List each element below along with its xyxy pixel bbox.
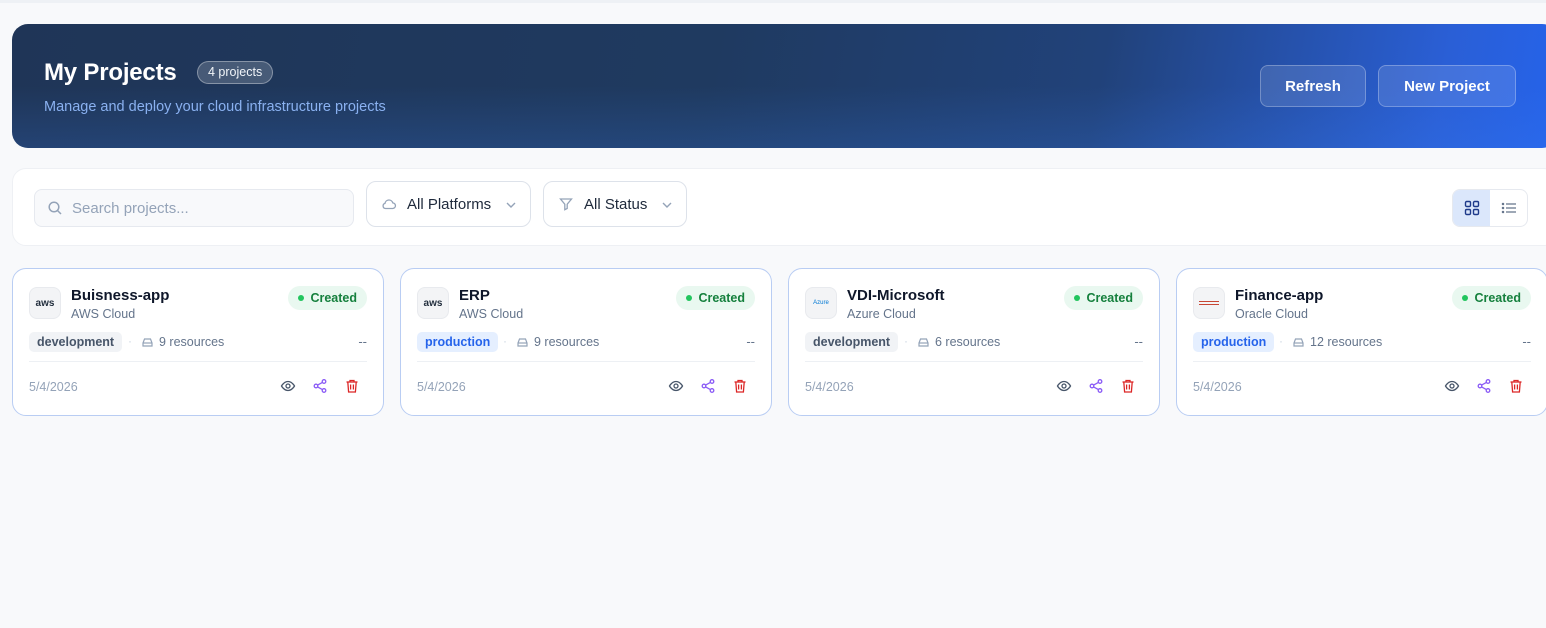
new-project-button[interactable]: New Project: [1378, 65, 1516, 107]
environment-tag: development: [29, 332, 123, 352]
separator-dot: ·: [904, 334, 908, 348]
page-title: My Projects: [44, 59, 177, 86]
cloud-icon: [382, 199, 397, 210]
share-button[interactable]: [1087, 377, 1105, 395]
trash-icon: [346, 379, 358, 393]
view-button[interactable]: [667, 377, 685, 395]
project-extra: --: [746, 334, 755, 349]
separator-dot: ·: [1279, 334, 1283, 348]
platform-filter-value: All Platforms: [407, 195, 492, 213]
aws-logo: aws: [417, 287, 449, 319]
list-icon: [1501, 202, 1516, 214]
project-card[interactable]: Finance-app Oracle Cloud Created product…: [1176, 268, 1546, 416]
share-button[interactable]: [1475, 377, 1493, 395]
resources-count: 9 resources: [141, 335, 224, 349]
share-button[interactable]: [699, 377, 717, 395]
eye-icon: [668, 380, 684, 392]
filter-icon: [559, 198, 573, 211]
share-icon: [701, 379, 715, 393]
environment-tag: production: [417, 332, 499, 352]
share-button[interactable]: [311, 377, 329, 395]
view-button[interactable]: [1055, 377, 1073, 395]
project-date: 5/4/2026: [29, 380, 78, 394]
view-button[interactable]: [279, 377, 297, 395]
search-box[interactable]: [34, 189, 354, 227]
server-icon: [1293, 337, 1304, 347]
project-cloud: Azure Cloud: [847, 307, 916, 321]
refresh-button[interactable]: Refresh: [1260, 65, 1366, 107]
project-count-badge: 4 projects: [197, 61, 274, 84]
project-cloud: AWS Cloud: [459, 307, 524, 321]
project-name[interactable]: VDI-Microsoft: [847, 287, 945, 304]
card-divider: [29, 361, 367, 362]
delete-button[interactable]: [1507, 377, 1525, 395]
header-banner: My Projects 4 projects Manage and deploy…: [12, 24, 1546, 148]
trash-icon: [1510, 379, 1522, 393]
environment-tag: production: [1193, 332, 1275, 352]
project-name[interactable]: Buisness-app: [71, 287, 169, 304]
project-cloud: Oracle Cloud: [1235, 307, 1308, 321]
resources-count: 12 resources: [1292, 335, 1382, 349]
trash-icon: [734, 379, 746, 393]
chevron-down-icon: [662, 202, 672, 208]
share-icon: [1477, 379, 1491, 393]
filter-toolbar: All Platforms All Status: [12, 168, 1546, 246]
server-icon: [517, 337, 528, 347]
eye-icon: [1444, 380, 1460, 392]
project-date: 5/4/2026: [1193, 380, 1242, 394]
page-subtitle: Manage and deploy your cloud infrastruct…: [44, 99, 386, 115]
view-button[interactable]: [1443, 377, 1461, 395]
server-icon: [918, 337, 929, 347]
chevron-down-icon: [506, 202, 516, 208]
grid-view-button[interactable]: [1453, 190, 1490, 226]
project-card[interactable]: aws ERP AWS Cloud Created production · 9…: [400, 268, 772, 416]
project-date: 5/4/2026: [417, 380, 466, 394]
search-input[interactable]: [72, 199, 332, 217]
share-icon: [1089, 379, 1103, 393]
trash-icon: [1122, 379, 1134, 393]
search-icon: [48, 201, 62, 215]
card-divider: [417, 361, 755, 362]
platform-filter-select[interactable]: All Platforms: [366, 181, 531, 227]
project-cloud: AWS Cloud: [71, 307, 136, 321]
view-mode-toggle: [1452, 189, 1528, 227]
resources-count: 6 resources: [917, 335, 1000, 349]
status-badge: Created: [1452, 286, 1531, 310]
azure-logo: Azure: [805, 287, 837, 319]
delete-button[interactable]: [731, 377, 749, 395]
project-extra: --: [358, 334, 367, 349]
top-divider: [0, 0, 1546, 3]
status-badge: Created: [1064, 286, 1143, 310]
status-filter-select[interactable]: All Status: [543, 181, 687, 227]
share-icon: [313, 379, 327, 393]
grid-icon: [1464, 200, 1479, 216]
project-extra: --: [1522, 334, 1531, 349]
environment-tag: development: [805, 332, 899, 352]
delete-button[interactable]: [1119, 377, 1137, 395]
server-icon: [142, 337, 153, 347]
eye-icon: [280, 380, 296, 392]
project-date: 5/4/2026: [805, 380, 854, 394]
separator-dot: ·: [503, 334, 507, 348]
eye-icon: [1056, 380, 1072, 392]
card-divider: [1193, 361, 1531, 362]
project-extra: --: [1134, 334, 1143, 349]
resources-count: 9 resources: [516, 335, 599, 349]
oracle-logo: [1193, 287, 1225, 319]
card-divider: [805, 361, 1143, 362]
project-card[interactable]: aws Buisness-app AWS Cloud Created devel…: [12, 268, 384, 416]
aws-logo: aws: [29, 287, 61, 319]
separator-dot: ·: [128, 334, 132, 348]
delete-button[interactable]: [343, 377, 361, 395]
list-view-button[interactable]: [1490, 190, 1527, 226]
project-name[interactable]: ERP: [459, 287, 490, 304]
project-card[interactable]: Azure VDI-Microsoft Azure Cloud Created …: [788, 268, 1160, 416]
status-badge: Created: [676, 286, 755, 310]
status-badge: Created: [288, 286, 367, 310]
status-filter-value: All Status: [584, 195, 648, 213]
project-name[interactable]: Finance-app: [1235, 287, 1323, 304]
